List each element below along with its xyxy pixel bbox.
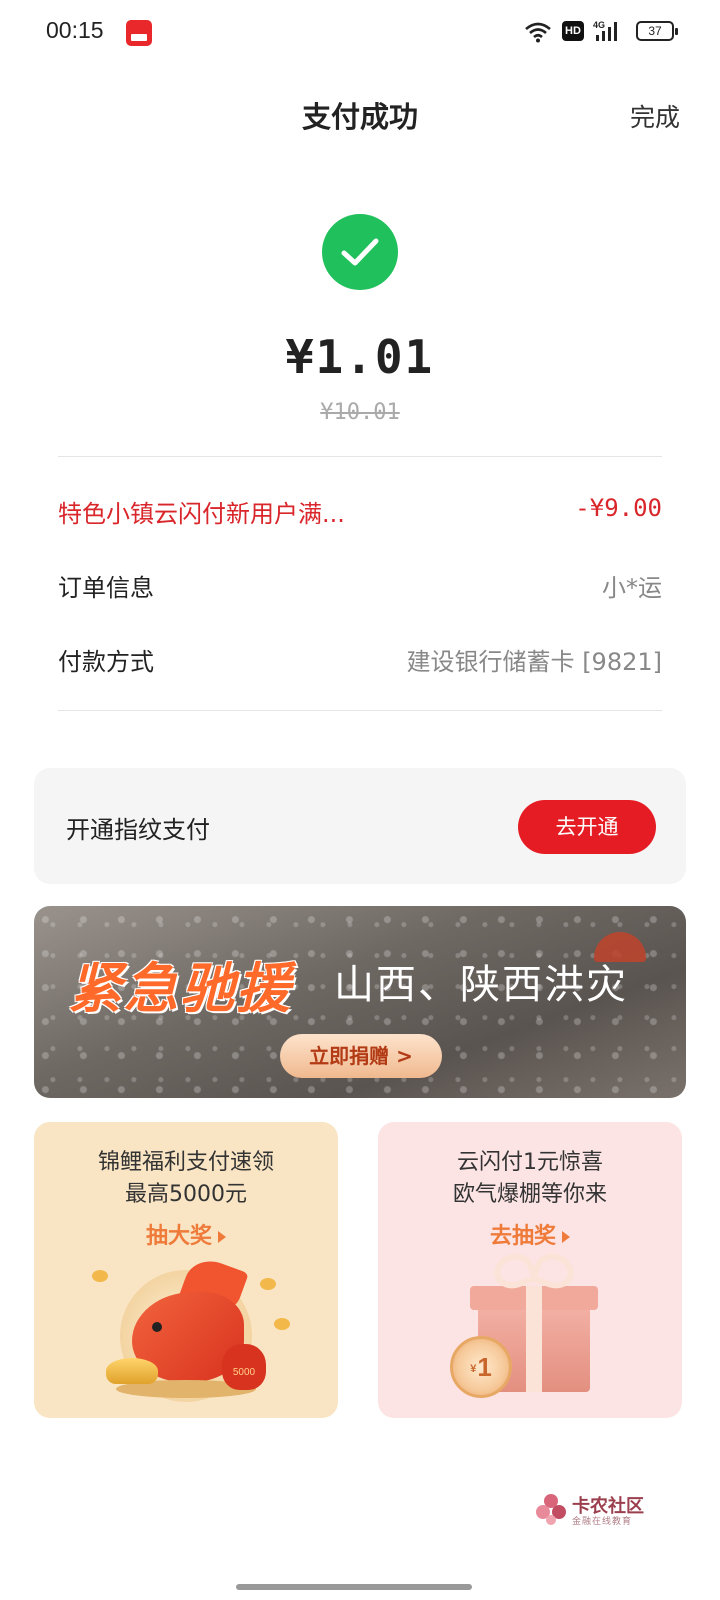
money-bag-icon: 5000 (222, 1344, 266, 1390)
promo-card-gift[interactable]: 云闪付1元惊喜 欧气爆棚等你来 去抽奖 ¥1 (378, 1122, 682, 1418)
divider (58, 710, 662, 711)
promo-action[interactable]: 抽大奖 (34, 1218, 338, 1250)
signal-icon: 4G (593, 20, 617, 41)
discount-row: 特色小镇云闪付新用户满... -¥9.00 (58, 490, 662, 530)
promo-action-label: 去抽奖 (489, 1224, 556, 1249)
payment-method-label: 付款方式 (58, 648, 154, 676)
done-button[interactable]: 完成 (630, 98, 680, 134)
promo-action[interactable]: 去抽奖 (378, 1218, 682, 1250)
payment-method-value: 建设银行储蓄卡 [9821] (406, 648, 662, 676)
yuan-coin-icon: ¥1 (450, 1336, 512, 1398)
banner-subtitle: 山西、陕西洪灾 (334, 962, 628, 1008)
divider (58, 456, 662, 457)
watermark-tagline: 金融在线教育 (572, 1517, 633, 1527)
coin-icon (260, 1278, 276, 1290)
promo-action-label: 抽大奖 (145, 1224, 212, 1249)
unionpay-app-icon (126, 20, 152, 46)
battery-icon: 37 (636, 21, 678, 41)
fingerprint-label: 开通指纹支付 (66, 816, 210, 844)
original-amount: ¥10.01 (320, 400, 400, 425)
play-arrow-icon (562, 1231, 570, 1243)
coin-value: 1 (477, 1352, 492, 1382)
promo-line1: 锦鲤福利支付速领 (97, 1150, 274, 1175)
hd-badge: HD (562, 21, 584, 41)
order-info-row: 订单信息 小*运 (58, 564, 662, 604)
kanong-logo-icon (536, 1494, 566, 1525)
title-bar: 支付成功 完成 (0, 80, 720, 150)
promo-line2: 最高5000元 (125, 1182, 247, 1207)
coin-icon (92, 1270, 108, 1282)
flood-relief-banner[interactable]: 紧急驰援 山西、陕西洪灾 立即捐赠 > (34, 906, 686, 1098)
enable-fingerprint-button[interactable]: 去开通 (518, 800, 656, 854)
koi-eye (152, 1322, 162, 1332)
fingerprint-card: 开通指纹支付 去开通 (34, 768, 686, 884)
discount-value: -¥9.00 (575, 494, 662, 522)
gift-ribbon (526, 1286, 542, 1392)
home-indicator[interactable] (236, 1584, 472, 1590)
discount-label: 特色小镇云闪付新用户满... (58, 500, 345, 528)
watermark-logo: 卡农社区 金融在线教育 (534, 1492, 664, 1532)
wifi-icon (525, 22, 551, 43)
page-title: 支付成功 (301, 100, 418, 134)
promo-line2: 欧气爆棚等你来 (452, 1182, 607, 1207)
order-info-value: 小*运 (602, 574, 662, 602)
promo-card-koi[interactable]: 锦鲤福利支付速领 最高5000元 抽大奖 5000 (34, 1122, 338, 1418)
coin-icon (274, 1318, 290, 1330)
payment-method-row: 付款方式 建设银行储蓄卡 [9821] (58, 638, 662, 678)
order-info-label: 订单信息 (58, 574, 154, 602)
money-bag-label: 5000 (232, 1367, 256, 1378)
paid-amount: ¥1.01 (285, 330, 435, 384)
promo-line1: 云闪付1元惊喜 (457, 1150, 603, 1175)
banner-headline: 紧急驰援 (68, 957, 292, 1020)
gold-ingot-icon (106, 1358, 158, 1384)
donate-button[interactable]: 立即捐赠 > (280, 1034, 442, 1078)
status-time: 00:15 (46, 17, 104, 43)
network-type-label: 4G (593, 20, 605, 30)
status-bar: 00:15 HD 4G 37 (0, 0, 720, 62)
play-arrow-icon (218, 1231, 226, 1243)
success-check-icon (322, 214, 398, 290)
